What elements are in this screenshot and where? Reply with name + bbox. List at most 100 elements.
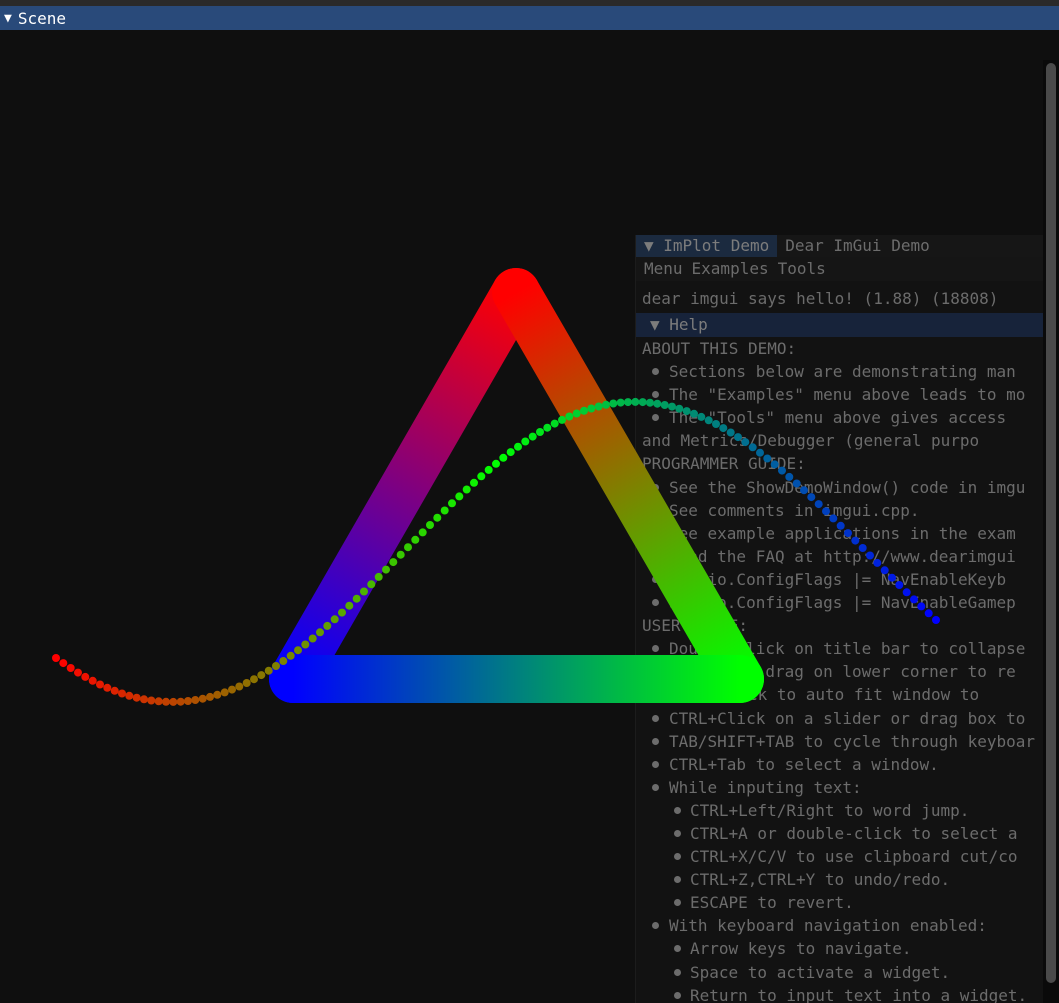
- curve-point: [154, 697, 163, 706]
- curve-point: [228, 685, 236, 694]
- curve-point: [462, 485, 471, 494]
- curve-point: [147, 696, 156, 705]
- curve-point: [330, 615, 339, 624]
- curve-point: [382, 565, 390, 574]
- curve-point: [506, 448, 515, 457]
- curve-point: [536, 428, 544, 436]
- curve-point: [96, 680, 104, 689]
- curve-point: [638, 398, 647, 407]
- curve-point: [690, 409, 698, 418]
- curve-point: [411, 535, 420, 544]
- scene-canvas: [52, 268, 940, 706]
- curve-point: [110, 686, 119, 695]
- curve-point: [646, 398, 654, 407]
- curve-point: [836, 521, 845, 530]
- curve-point: [484, 465, 493, 474]
- curve-point: [734, 433, 742, 442]
- curve-point: [191, 696, 200, 704]
- curve-point: [220, 688, 229, 697]
- curve-point: [294, 646, 302, 655]
- curve-point: [609, 399, 618, 408]
- curve-point: [719, 424, 728, 433]
- curve-point: [345, 601, 354, 610]
- curve-point: [198, 694, 207, 703]
- curve-point: [374, 572, 383, 581]
- curve-point: [433, 513, 442, 522]
- curve-point: [660, 401, 669, 409]
- curve-point: [712, 420, 720, 428]
- curve-point: [140, 695, 148, 704]
- curve-point: [616, 398, 625, 407]
- curve-point: [81, 672, 90, 681]
- curve-point: [528, 432, 537, 441]
- curve-point: [682, 407, 691, 416]
- curve-point: [580, 406, 588, 415]
- curve-point: [558, 415, 566, 424]
- curve-point: [594, 402, 603, 411]
- curve-point: [132, 693, 141, 702]
- curve-point: [770, 460, 779, 469]
- curve-point: [272, 662, 280, 670]
- curve-point: [521, 437, 530, 446]
- curve-point: [924, 609, 933, 618]
- gradient-triangle: [269, 268, 764, 703]
- curve-point: [477, 472, 486, 481]
- curve-point: [184, 697, 192, 705]
- curve-point: [602, 400, 610, 409]
- curve-point: [792, 479, 801, 488]
- curve-point: [829, 514, 838, 523]
- curve-point: [206, 692, 214, 701]
- curve-point: [880, 566, 889, 575]
- curve-point: [242, 679, 251, 687]
- curve-point: [631, 397, 640, 406]
- curve-point: [932, 616, 940, 624]
- curve-point: [88, 676, 97, 685]
- curve-point: [426, 521, 434, 529]
- curve-point: [668, 402, 676, 411]
- curve-point: [316, 628, 324, 637]
- curve-point: [814, 500, 823, 509]
- curve-point: [52, 654, 60, 662]
- curve-point: [286, 651, 295, 660]
- curve-point: [895, 581, 904, 589]
- curve-point: [704, 416, 713, 425]
- curve-point: [858, 544, 867, 552]
- curve-point: [125, 691, 134, 700]
- curve-point: [822, 507, 830, 516]
- curve-point: [902, 588, 911, 597]
- curve-point: [352, 594, 361, 603]
- curve-point: [169, 697, 178, 706]
- curve-point: [499, 453, 508, 462]
- curve-point: [888, 573, 896, 582]
- curve-point: [756, 448, 764, 457]
- curve-point: [741, 438, 750, 447]
- curve-point: [323, 621, 332, 630]
- curve-point: [748, 443, 757, 452]
- curve-point: [257, 671, 266, 680]
- curve-point: [917, 602, 926, 611]
- curve-point: [118, 689, 126, 698]
- curve-point: [470, 478, 478, 487]
- curve-point: [338, 608, 346, 617]
- curve-point: [587, 404, 596, 413]
- curve-point: [418, 528, 427, 537]
- curve-point: [851, 536, 860, 545]
- curve-point: [726, 428, 735, 437]
- triangle-edge-left: [269, 268, 540, 703]
- curve-point: [763, 454, 772, 463]
- curve-point: [455, 492, 464, 501]
- curve-point: [396, 550, 405, 559]
- curve-point: [807, 493, 816, 502]
- curve-point: [389, 558, 398, 567]
- curve-point: [59, 659, 68, 668]
- curve-point: [572, 409, 581, 418]
- curve-point: [66, 664, 75, 672]
- curve-point: [565, 412, 574, 421]
- curve-point: [910, 595, 918, 604]
- curve-point: [543, 423, 552, 432]
- curve-point: [301, 640, 310, 649]
- curve-point: [866, 551, 874, 560]
- curve-point: [514, 442, 522, 451]
- curve-point: [550, 419, 559, 428]
- curve-point: [74, 668, 82, 677]
